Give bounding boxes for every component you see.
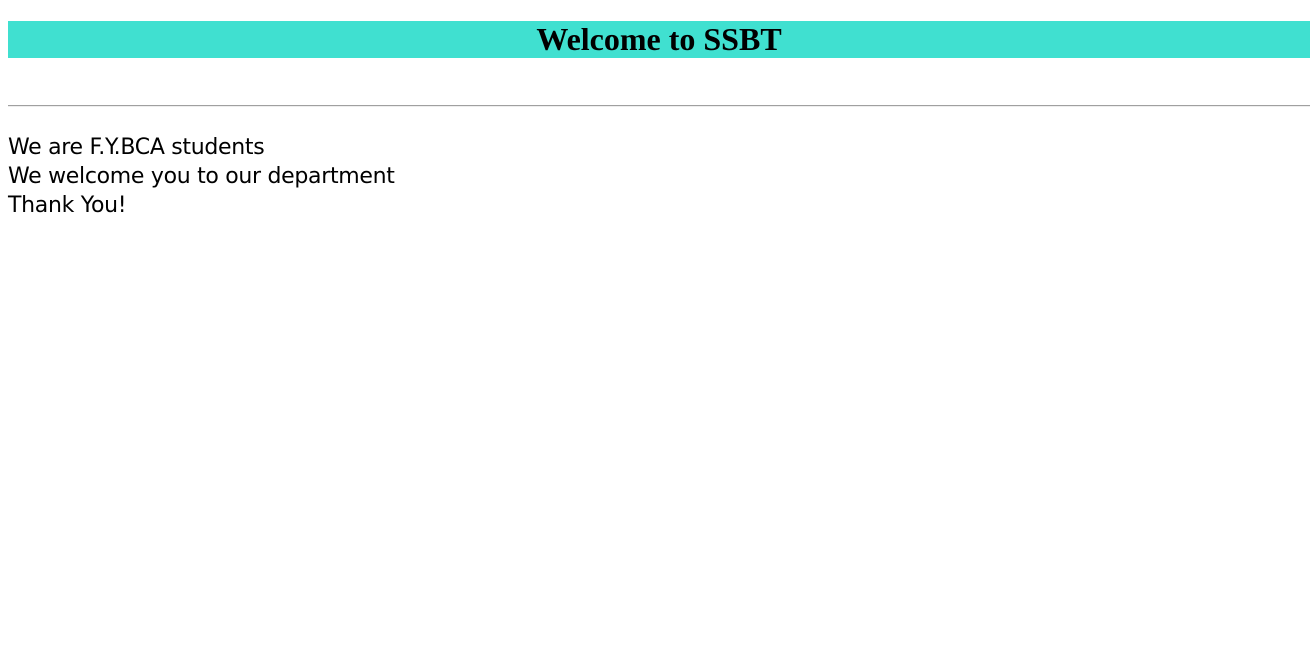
- page-title: Welcome to SSBT: [536, 21, 782, 57]
- horizontal-divider: [8, 105, 1310, 107]
- message-line-welcome: We welcome you to our department: [8, 164, 395, 189]
- welcome-banner: Welcome to SSBT: [8, 21, 1310, 58]
- message-line-students: We are F.Y.BCA students: [8, 135, 265, 160]
- welcome-message: We are F.Y.BCA students We welcome you t…: [8, 133, 395, 220]
- page: Welcome to SSBT We are F.Y.BCA students …: [0, 0, 1316, 656]
- message-line-thanks: Thank You!: [8, 193, 127, 218]
